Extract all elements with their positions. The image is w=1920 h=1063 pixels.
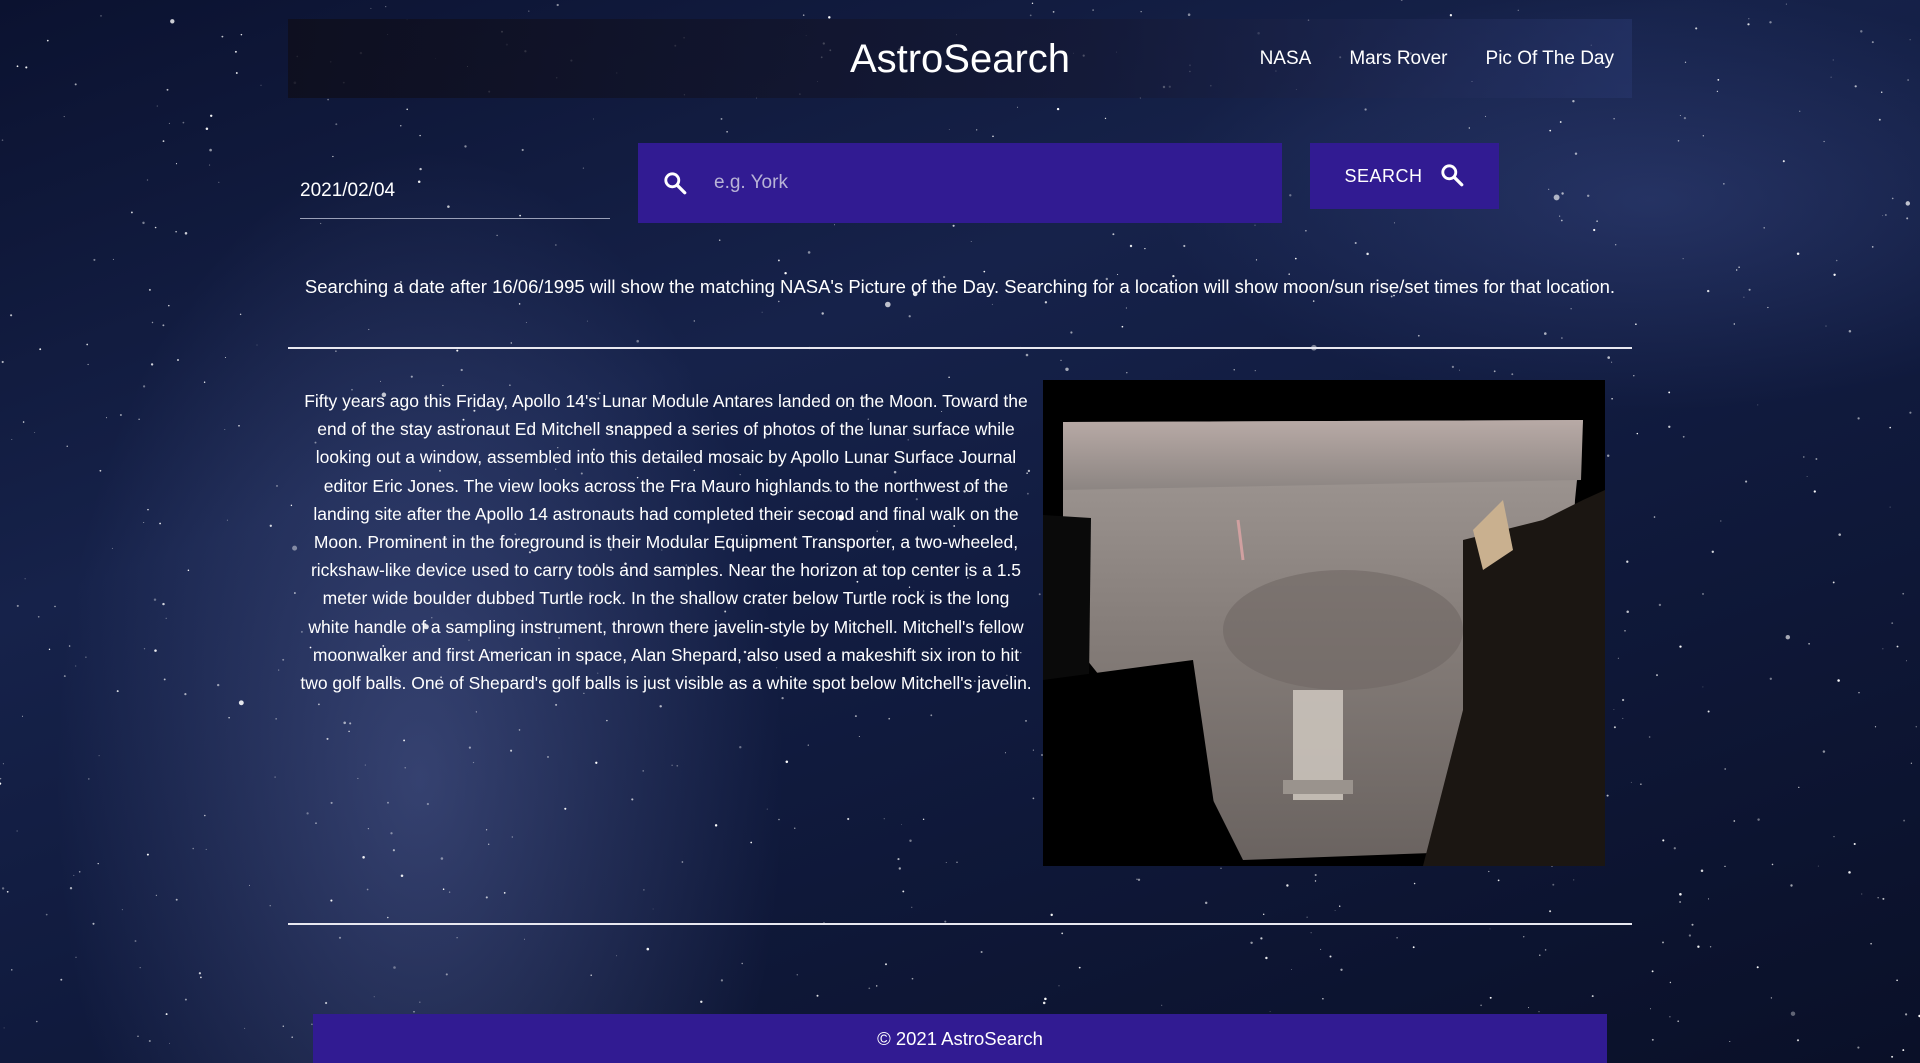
search-button-label: SEARCH [1344,165,1423,186]
nav-link-nasa[interactable]: NASA [1260,47,1312,71]
divider-bottom [288,923,1632,925]
location-search-input[interactable] [712,167,1256,199]
search-hint-text: Searching a date after 16/06/1995 will s… [304,276,1616,297]
search-button[interactable]: SEARCH [1310,143,1499,209]
nav-links: NASA Mars Rover Pic Of The Day [1260,47,1614,71]
nav-link-mars-rover[interactable]: Mars Rover [1349,47,1447,71]
nav-link-pic-of-the-day[interactable]: Pic Of The Day [1486,47,1614,71]
footer-copyright: © 2021 AstroSearch [877,1027,1043,1049]
divider-top [288,347,1632,349]
date-input[interactable] [300,176,600,206]
apod-image [1043,380,1605,866]
date-field-wrapper [300,176,610,219]
search-icon [1439,162,1465,191]
location-search-box [638,143,1282,223]
apod-explanation: Fifty years ago this Friday, Apollo 14's… [300,391,1032,694]
navbar: AstroSearch NASA Mars Rover Pic Of The D… [288,19,1632,98]
footer: © 2021 AstroSearch [313,1014,1607,1063]
search-icon [660,168,690,198]
